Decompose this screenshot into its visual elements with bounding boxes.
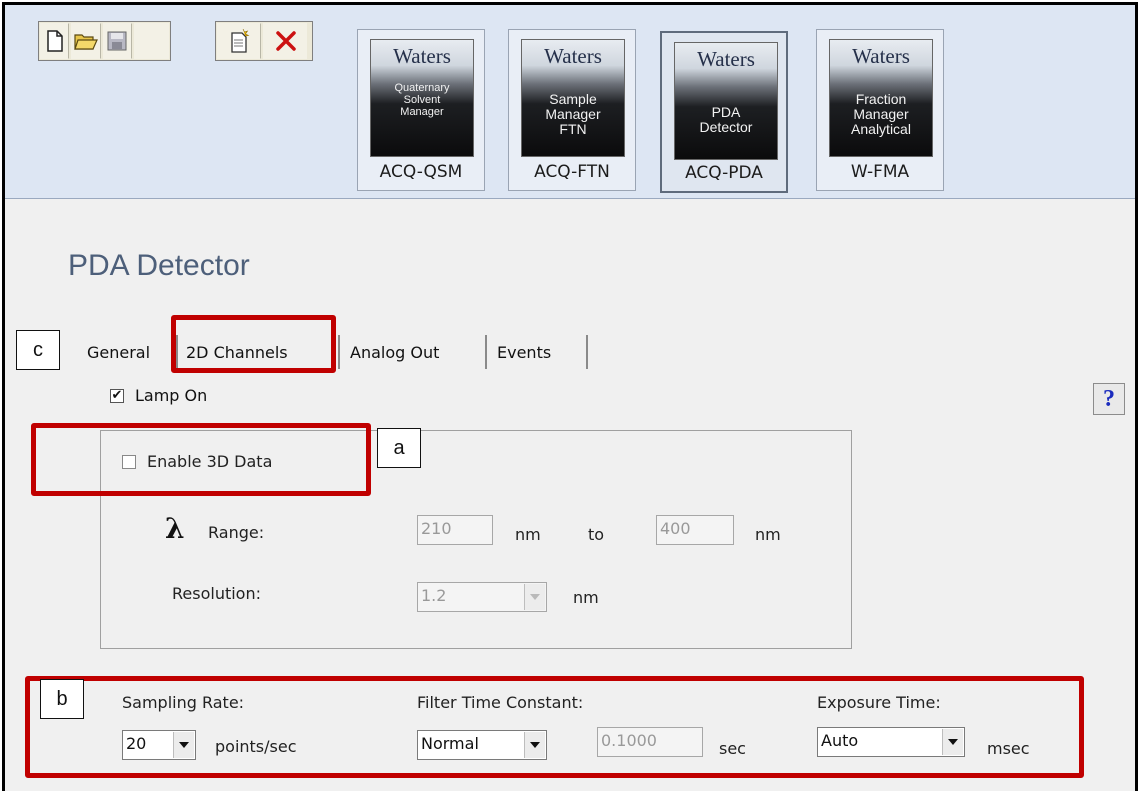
instrument-description: Sample Manager FTN [545,91,601,137]
range-from-unit: nm [515,525,541,544]
lamp-on-label: Lamp On [135,386,208,405]
tab-general[interactable]: General [83,335,178,369]
open-folder-icon [74,34,98,50]
application-window: Waters Quaternary Solvent Manager ACQ-QS… [2,2,1138,791]
lambda-icon: λ [165,512,185,545]
instrument-image: Waters Fraction Manager Analytical [829,39,933,157]
callout-a: a [377,428,421,468]
resolution-value: 1.2 [421,586,447,605]
instrument-image: Waters Quaternary Solvent Manager [370,39,474,157]
resolution-dropdown-button[interactable] [524,584,545,610]
new-button[interactable] [40,23,70,59]
range-to-label: to [588,525,605,544]
range-label: Range: [208,523,265,542]
instrument-description: PDA Detector [699,104,753,135]
instrument-acq-qsm[interactable]: Waters Quaternary Solvent Manager ACQ-QS… [357,29,485,191]
instrument-label: ACQ-QSM [379,162,463,182]
callout-c: c [16,330,60,370]
save-button[interactable] [102,23,132,59]
edit-toolbar [215,21,313,61]
highlight-enable-3d [31,423,371,496]
instrument-toolbar: Waters Quaternary Solvent Manager ACQ-QS… [5,5,1135,199]
highlight-sampling-settings [25,676,1084,778]
page-title: PDA Detector [68,249,250,282]
instrument-acq-pda[interactable]: Waters PDA Detector ACQ-PDA [660,31,788,193]
chevron-down-icon [530,594,540,600]
tab-analog-out[interactable]: Analog Out [346,335,487,369]
instrument-image: Waters Sample Manager FTN [521,39,625,157]
new-document-icon [231,29,250,53]
delete-button[interactable] [263,23,307,59]
help-button[interactable]: ? [1093,383,1125,415]
instrument-brand: Waters [544,44,602,68]
new-icon [46,30,63,52]
delete-icon [275,31,296,51]
spacer [133,23,170,59]
instrument-acq-ftn[interactable]: Waters Sample Manager FTN ACQ-FTN [508,29,636,191]
instrument-image: Waters PDA Detector [674,42,778,160]
instrument-brand: Waters [852,44,910,68]
instrument-brand: Waters [697,47,755,71]
instrument-w-fma[interactable]: Waters Fraction Manager Analytical W-FMA [816,29,944,191]
range-to-input[interactable]: 400 [656,515,734,545]
callout-b: b [40,679,84,719]
instrument-description: Fraction Manager Analytical [851,91,911,137]
instrument-brand: Waters [393,44,451,68]
open-button[interactable] [71,23,101,59]
highlight-2d-channels [171,315,336,373]
save-icon [107,31,127,51]
instrument-label: ACQ-FTN [534,162,610,182]
file-toolbar [38,21,171,61]
instrument-label: ACQ-PDA [685,163,763,183]
instrument-description: Quaternary Solvent Manager [394,82,450,118]
range-to-unit: nm [755,525,781,544]
instrument-label: W-FMA [850,162,910,182]
resolution-select[interactable]: 1.2 [417,582,547,612]
resolution-unit: nm [573,588,599,607]
tab-events[interactable]: Events [493,335,588,369]
range-from-input[interactable]: 210 [417,515,493,545]
new-document-button[interactable] [217,23,261,59]
resolution-label: Resolution: [172,584,261,603]
lamp-checkbox-box[interactable]: ✔ [110,388,124,403]
lamp-on-checkbox[interactable]: ✔ Lamp On [110,386,207,405]
